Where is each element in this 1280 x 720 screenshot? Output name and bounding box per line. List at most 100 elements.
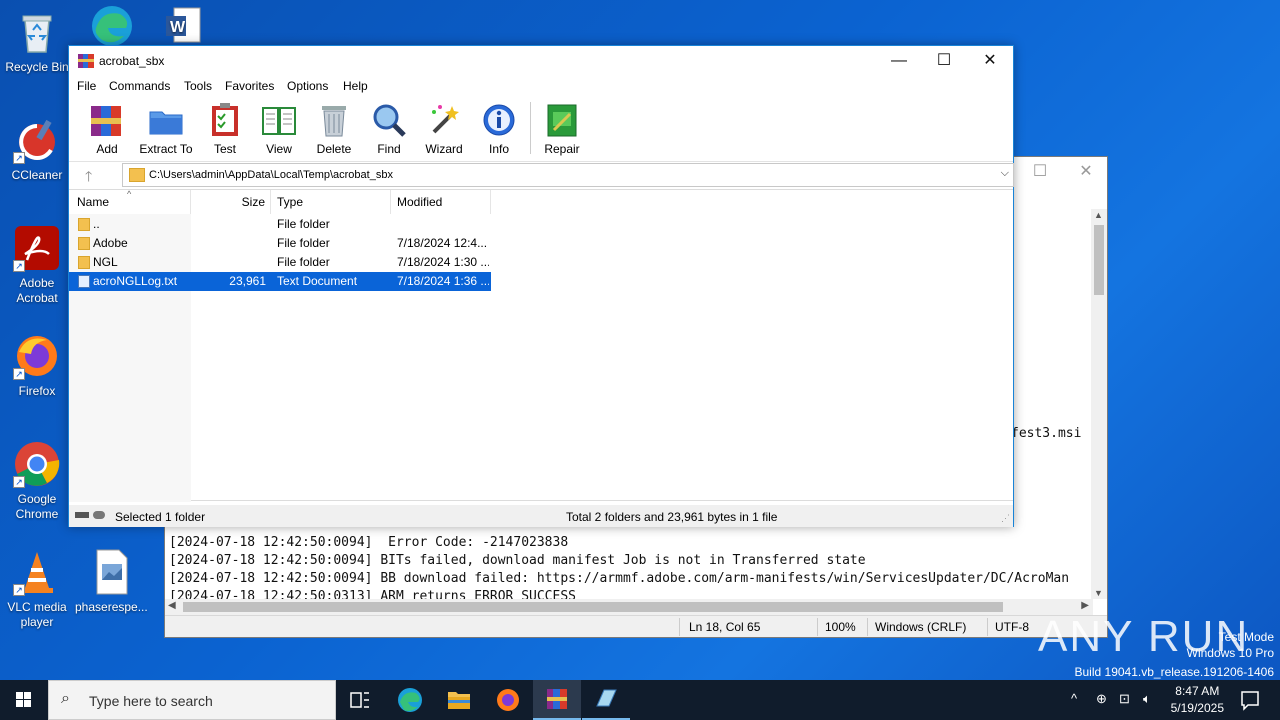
repair-label: Repair [544, 142, 580, 156]
scroll-left-arrow-icon[interactable]: ◀ [168, 600, 176, 611]
desktop-icon-vlc[interactable]: ↗ VLC media player [1, 548, 73, 630]
desktop-icon-recycle-bin[interactable]: Recycle Bin [1, 8, 73, 75]
edge-icon [398, 688, 422, 712]
test-clipboard-icon [207, 102, 243, 138]
column-header-modified[interactable]: Modified [391, 190, 491, 214]
desktop-icon-label: phaserespe... [75, 600, 148, 614]
taskbar-firefox[interactable] [484, 680, 532, 720]
column-header-type[interactable]: Type [271, 190, 391, 214]
file-row-acrongllog[interactable]: acroNGLLog.txt 23,961 Text Document 7/18… [69, 272, 491, 291]
folder-icon [129, 168, 145, 182]
desktop-icon-label: VLC media player [7, 600, 67, 629]
scroll-right-arrow-icon[interactable]: ▶ [1081, 600, 1089, 611]
volume-icon[interactable]: 🔈︎ [1143, 691, 1151, 707]
chevron-down-icon[interactable]: ⌵ [1001, 167, 1009, 180]
file-list[interactable]: Name ^ Size Type Modified .. File folder… [69, 189, 1013, 502]
test-button[interactable]: Test [195, 102, 255, 156]
menu-file[interactable]: File [77, 79, 96, 93]
file-row-parent[interactable]: .. File folder [69, 215, 491, 234]
desktop-icon-phaserespe[interactable]: phaserespe... [75, 548, 148, 615]
taskbar-clock[interactable]: 8:47 AM 5/19/2025 [1171, 683, 1224, 717]
repair-kit-icon [544, 102, 580, 138]
scroll-up-arrow-icon[interactable]: ▲ [1094, 210, 1103, 220]
menu-commands[interactable]: Commands [109, 79, 170, 93]
shortcut-arrow-icon: ↗ [13, 368, 25, 380]
taskbar-winrar[interactable] [533, 680, 581, 720]
search-icon: ⌕ [61, 690, 70, 707]
close-button[interactable]: ✕ [967, 46, 1013, 76]
line-ending: Windows (CRLF) [875, 620, 967, 634]
taskbar-file-explorer[interactable] [435, 680, 483, 720]
taskbar: ⌕ Type here to search ^ ⊕ ⊡ 🔈︎ 8:47 AM 5… [0, 680, 1280, 720]
resize-grip-icon[interactable]: ⋰ [1001, 513, 1010, 524]
taskbar-search-box[interactable]: ⌕ Type here to search [48, 680, 336, 720]
start-button[interactable] [0, 680, 48, 720]
adobe-acrobat-icon: ↗ [13, 224, 61, 272]
ccleaner-icon: ↗ [13, 116, 61, 164]
desktop-icon-ccleaner[interactable]: ↗ CCleaner [1, 116, 73, 183]
search-placeholder: Type here to search [89, 693, 213, 709]
notepad-hscroll-thumb[interactable] [183, 602, 1003, 612]
status-total: Total 2 folders and 23,961 bytes in 1 fi… [566, 510, 778, 524]
delete-button[interactable]: Delete [304, 102, 364, 156]
test-mode-text: Test Mode [1218, 630, 1274, 644]
notepad-vscroll-thumb[interactable] [1094, 225, 1104, 295]
folder-icon [78, 218, 90, 231]
file-row-adobe[interactable]: Adobe File folder 7/18/2024 12:4... [69, 234, 491, 253]
find-button[interactable]: Find [359, 102, 419, 156]
column-header-size[interactable]: Size [191, 190, 271, 214]
minimize-button[interactable]: — [876, 46, 922, 76]
info-button[interactable]: Info [469, 102, 529, 156]
menu-options[interactable]: Options [287, 79, 328, 93]
winrar-window[interactable]: acrobat_sbx — ☐ ✕ File Commands Tools Fa… [68, 45, 1014, 527]
desktop-icon-label: Google Chrome [15, 492, 59, 521]
shortcut-arrow-icon: ↗ [13, 584, 25, 596]
file-explorer-icon [448, 692, 470, 709]
svg-text:W: W [170, 19, 186, 36]
up-folder-arrow-icon[interactable]: 🡑 [85, 166, 92, 190]
sort-ascending-icon: ^ [127, 189, 132, 199]
delete-label: Delete [316, 142, 352, 156]
show-hidden-icons-chevron-icon[interactable]: ^ [1071, 691, 1077, 706]
task-view-button[interactable] [336, 680, 384, 720]
scroll-down-arrow-icon[interactable]: ▼ [1094, 588, 1103, 598]
winrar-app-icon [78, 53, 94, 69]
network-icon[interactable]: ⊡ [1119, 691, 1130, 707]
desktop-icon-google-chrome[interactable]: ↗ Google Chrome [1, 440, 73, 522]
wizard-button[interactable]: Wizard [414, 102, 474, 156]
address-bar[interactable]: C:\Users\admin\AppData\Local\Temp\acroba… [122, 163, 1014, 187]
menu-favorites[interactable]: Favorites [225, 79, 274, 93]
extract-to-button[interactable]: Extract To [136, 102, 196, 156]
task-view-icon [350, 692, 369, 708]
edge-icon [88, 2, 136, 50]
shortcut-arrow-icon: ↗ [13, 152, 25, 164]
firefox-icon: ↗ [13, 332, 61, 380]
view-button[interactable]: View [249, 102, 309, 156]
info-icon [481, 102, 517, 138]
notepad-text-fragment: fest3.msi [1011, 426, 1082, 441]
winrar-statusbar: Selected 1 folder Total 2 folders and 23… [69, 505, 1013, 527]
tray-app-icon[interactable]: ⊕ [1096, 691, 1107, 707]
menu-tools[interactable]: Tools [184, 79, 212, 93]
maximize-button[interactable]: ☐ [921, 46, 967, 76]
add-button[interactable]: Add [77, 102, 137, 156]
notepad-vertical-scrollbar[interactable]: ▲ ▼ [1091, 209, 1107, 599]
repair-button[interactable]: Repair [532, 102, 592, 156]
notifications-button[interactable] [1226, 680, 1274, 720]
taskbar-edge[interactable] [386, 680, 434, 720]
add-label: Add [96, 142, 118, 156]
wizard-wand-icon [426, 102, 462, 138]
notepad-horizontal-scrollbar[interactable]: ◀ ▶ [165, 599, 1093, 615]
file-row-ngl[interactable]: NGL File folder 7/18/2024 1:30 ... [69, 253, 491, 272]
column-header-name[interactable]: Name ^ [69, 189, 191, 214]
desktop-icon-firefox[interactable]: ↗ Firefox [1, 332, 73, 399]
notepad-maximize-button[interactable]: ☐ [1017, 157, 1063, 187]
taskbar-notepad[interactable] [582, 680, 630, 720]
word-document-icon: W [160, 2, 208, 50]
winrar-titlebar[interactable]: acrobat_sbx — ☐ ✕ [69, 46, 1013, 76]
notification-icon [1241, 691, 1259, 711]
menu-help[interactable]: Help [343, 79, 368, 93]
notepad-close-button[interactable]: ✕ [1063, 157, 1109, 187]
drive-icon [75, 509, 107, 524]
desktop-icon-adobe-acrobat[interactable]: ↗ Adobe Acrobat [1, 224, 73, 306]
